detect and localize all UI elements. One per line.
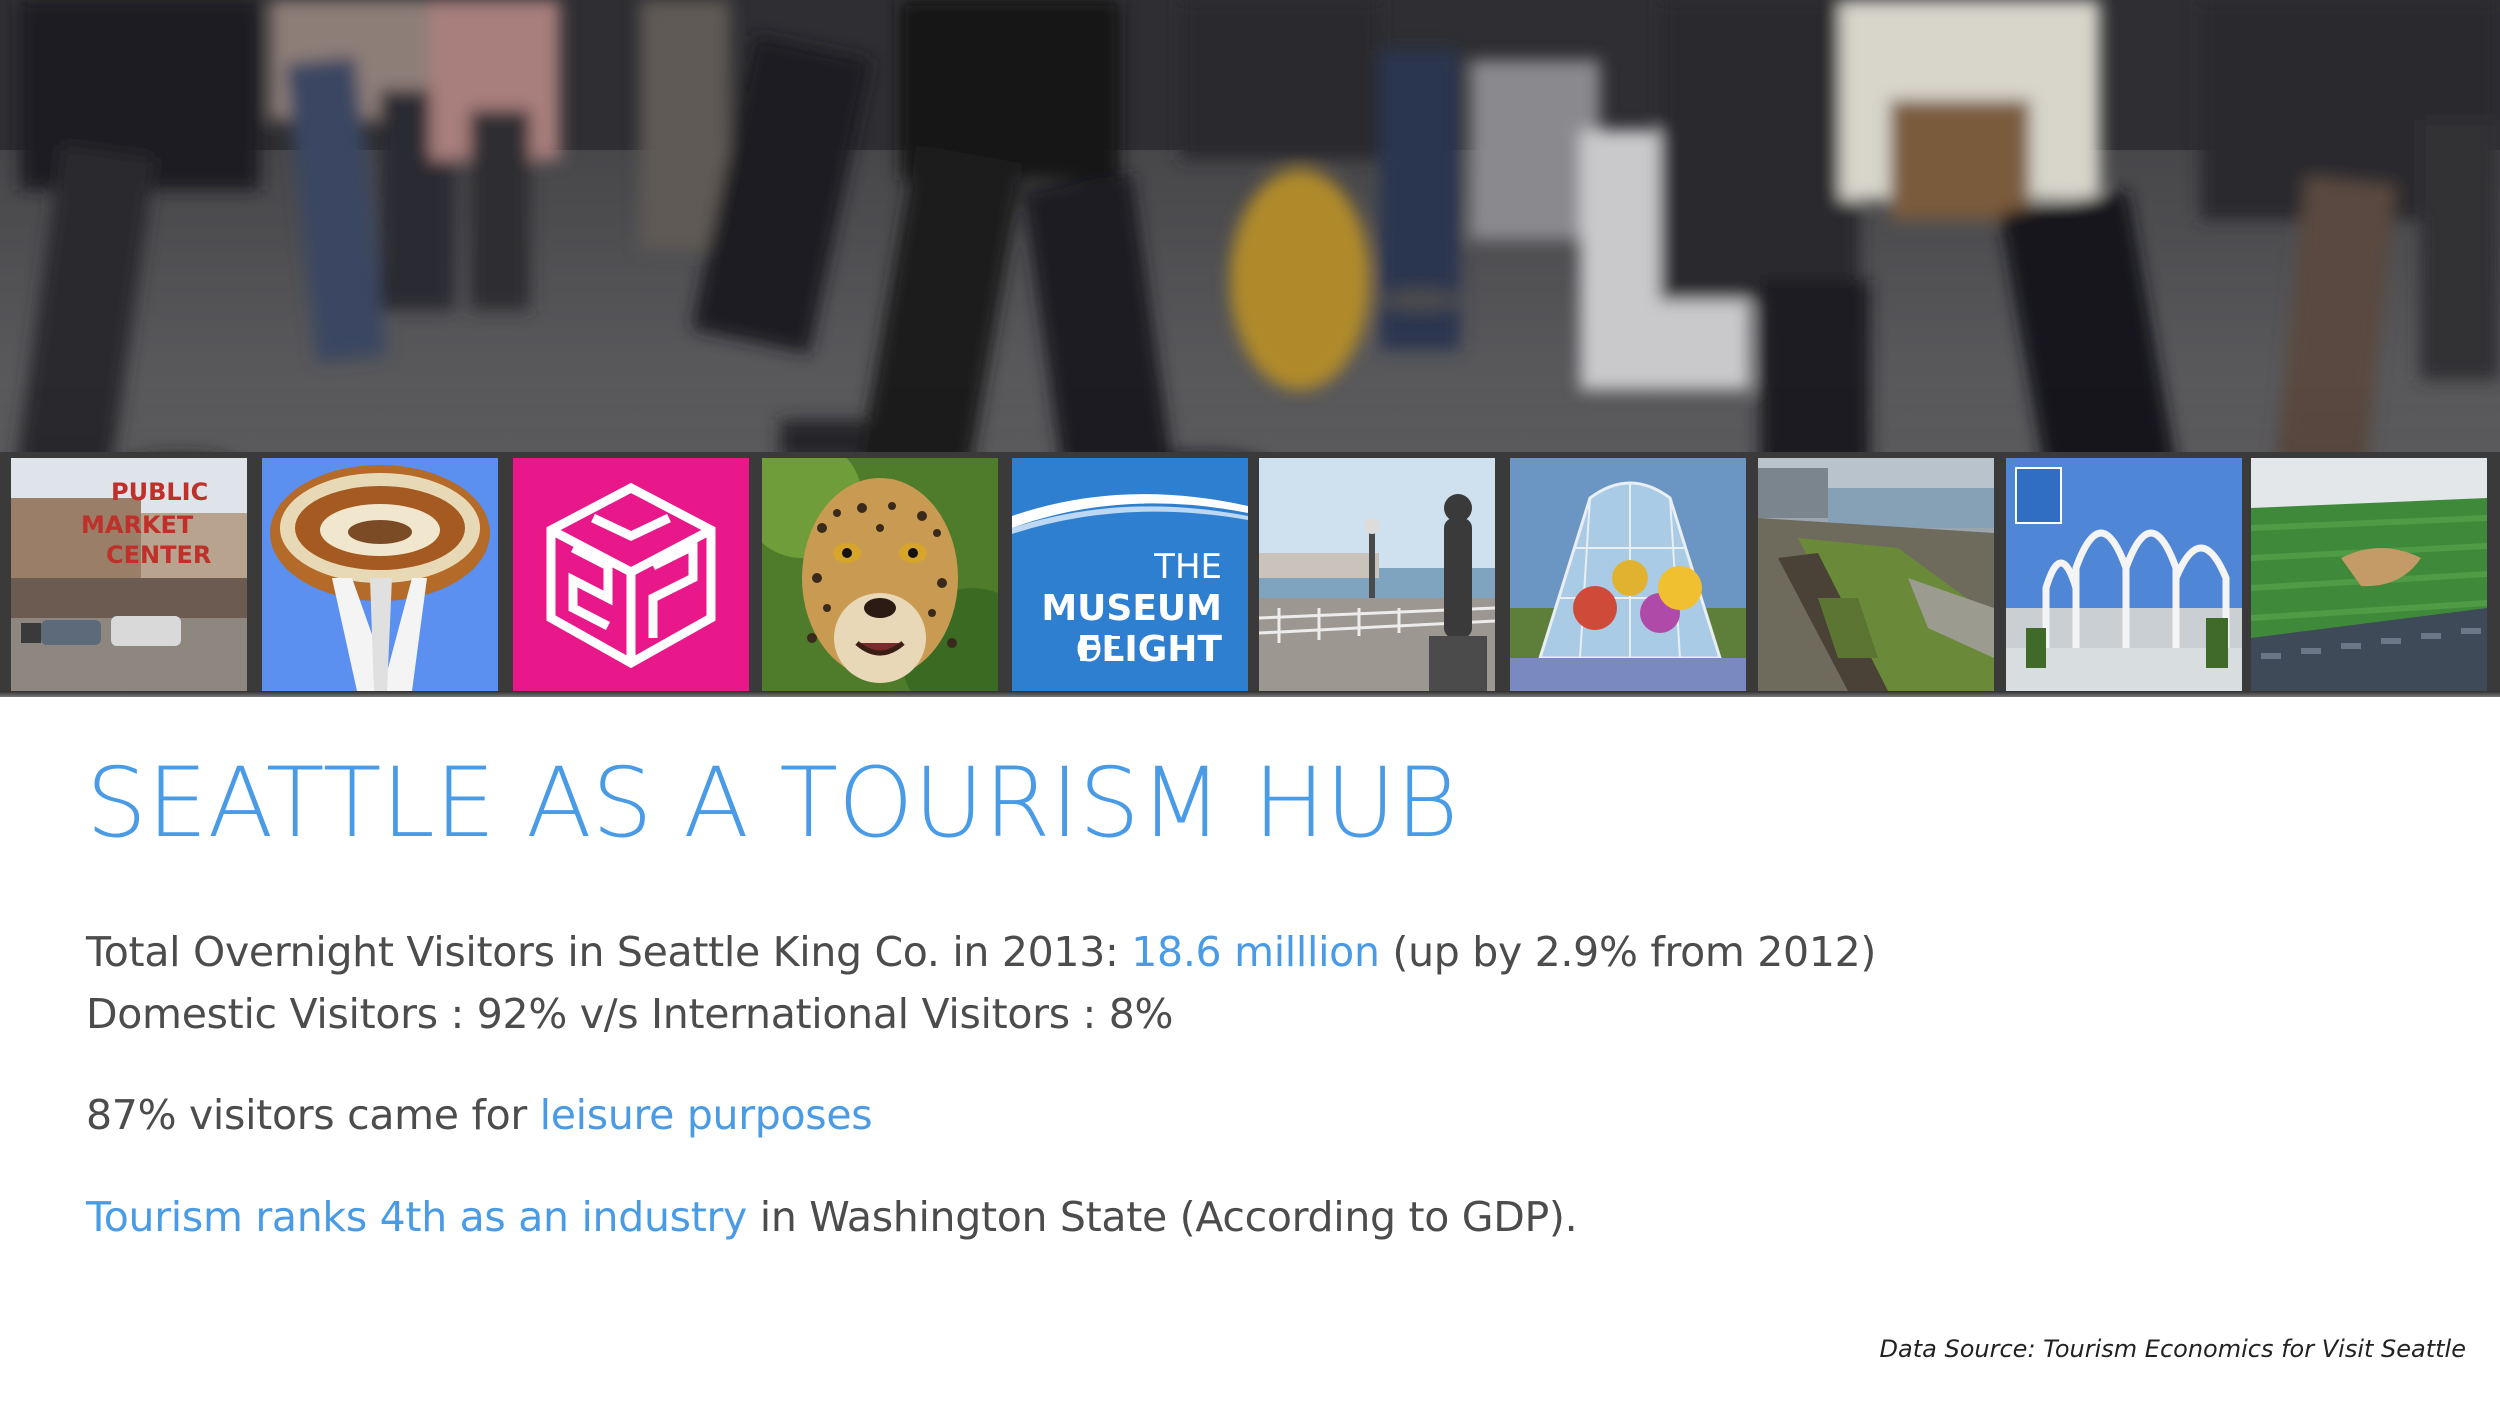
data-source-note: Data Source: Tourism Economics for Visit…: [1879, 1335, 2466, 1363]
leisure-line: 87% visitors came for leisure purposes: [86, 1089, 873, 1141]
museum-logo-the: THE: [1153, 547, 1222, 587]
industry-rank-suffix: in Washington State (According to GDP).: [747, 1193, 1578, 1241]
thumb-cheetah: [762, 458, 998, 691]
thumb-space-needle: [262, 458, 498, 691]
leisure-highlight: leisure purposes: [539, 1091, 873, 1139]
thumb-museum-of-flight-logo: THE MUSEUM OF FLIGHT: [1012, 458, 1248, 691]
sign-market-text: MARKET: [81, 511, 194, 539]
thumb-pacific-science-center: [2006, 458, 2242, 691]
strip-divider: [0, 691, 2500, 697]
thumb-sculpture-park-aerial: [1758, 458, 1994, 691]
thumb-baseball-field: [2251, 458, 2487, 691]
industry-rank-highlight: Tourism ranks 4th as an industry: [86, 1193, 748, 1241]
visitor-split-line: Domestic Visitors : 92% v/s Internationa…: [86, 990, 1174, 1038]
thumb-chihuly-glasshouse: [1510, 458, 1746, 691]
museum-logo-museum: MUSEUM: [1041, 588, 1222, 629]
visitors-total-prefix: Total Overnight Visitors in Seattle King…: [86, 928, 1132, 976]
sign-public-text: PUBLIC: [111, 478, 208, 506]
thumb-emp-logo: [513, 458, 749, 691]
thumb-waterfront-pier: [1259, 458, 1495, 691]
industry-rank-line: Tourism ranks 4th as an industry in Wash…: [86, 1191, 1578, 1243]
slide-title: SEATTLE AS A TOURISM HUB: [86, 747, 1459, 859]
sign-center-text: CENTER: [106, 541, 211, 569]
visitors-total-suffix: (up by 2.9% from 2012): [1379, 928, 1877, 976]
leisure-prefix: 87% visitors came for: [86, 1091, 540, 1139]
thumb-pike-place-market: PUBLIC MARKET CENTER: [11, 458, 247, 691]
museum-logo-flight: FLIGHT: [1077, 629, 1223, 670]
visitors-total-value: 18.6 milllion: [1131, 928, 1380, 976]
visitors-total-line: Total Overnight Visitors in Seattle King…: [86, 926, 1876, 978]
